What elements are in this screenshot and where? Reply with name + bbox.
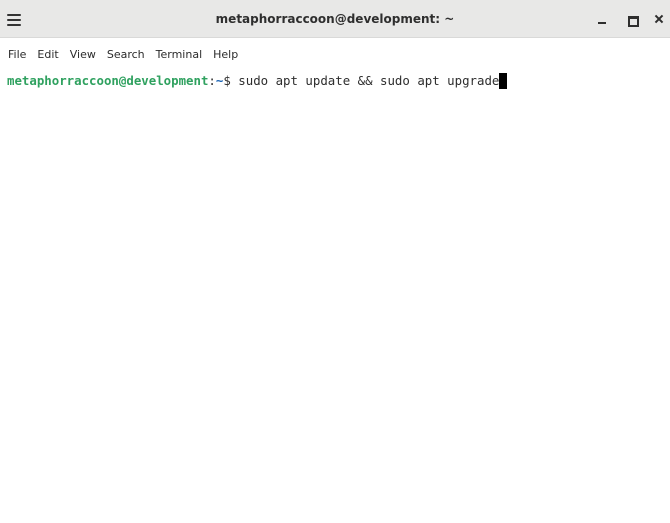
close-icon[interactable] — [650, 9, 670, 29]
command-text: sudo apt update && sudo apt upgrade — [238, 73, 500, 88]
prompt-separator: : — [208, 73, 216, 88]
maximize-icon[interactable] — [622, 9, 642, 29]
text-cursor — [499, 73, 508, 89]
window-title: metaphorraccoon@development: ~ — [215, 12, 455, 26]
title-bar[interactable]: metaphorraccoon@development: ~ — [0, 0, 670, 38]
minimize-icon[interactable] — [592, 9, 612, 29]
menu-file[interactable]: File — [8, 46, 26, 64]
terminal-window: metaphorraccoon@development: ~ File Edit… — [0, 0, 670, 523]
prompt-user-host: metaphorraccoon@development — [7, 73, 209, 88]
menu-search[interactable]: Search — [107, 46, 145, 64]
menu-bar: File Edit View Search Terminal Help — [0, 46, 249, 64]
terminal-area[interactable]: metaphorraccoon@development:~$ sudo apt … — [0, 64, 670, 523]
command-line[interactable]: metaphorraccoon@development:~$ sudo apt … — [7, 73, 508, 89]
menu-help[interactable]: Help — [213, 46, 238, 64]
menu-terminal[interactable]: Terminal — [156, 46, 203, 64]
menu-edit[interactable]: Edit — [37, 46, 58, 64]
prompt-symbol: $ — [223, 73, 239, 88]
menu-view[interactable]: View — [70, 46, 96, 64]
